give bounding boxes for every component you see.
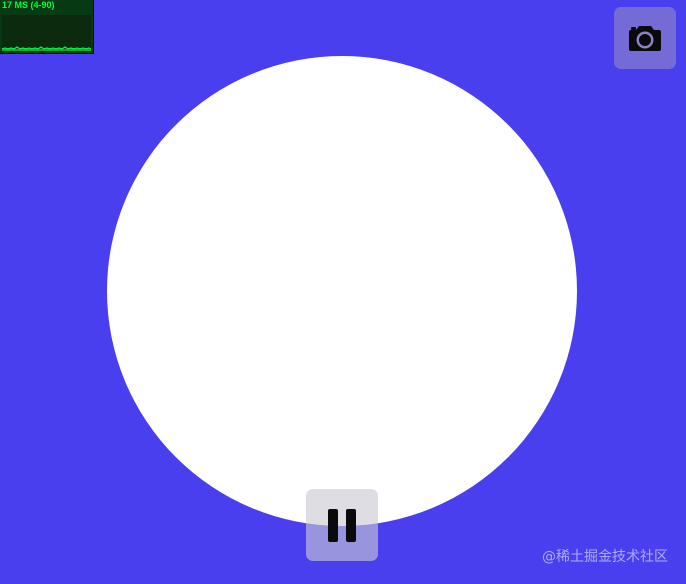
frame-time-graph <box>2 15 91 51</box>
screenshot-button[interactable] <box>614 7 676 69</box>
pause-button[interactable] <box>306 489 378 561</box>
watermark-text: @稀土掘金技术社区 <box>542 549 668 565</box>
pause-icon-right-bar <box>346 508 356 542</box>
white-circle-shape <box>107 56 577 526</box>
pause-icon-left-bar <box>328 508 338 542</box>
frame-time-graph-svg <box>2 15 91 51</box>
render-stage: 17 MS (4-90) @稀土掘金技术社区 <box>0 0 686 584</box>
frame-time-label: 17 MS (4-90) <box>2 0 55 10</box>
camera-icon <box>629 26 661 51</box>
performance-stats-panel[interactable]: 17 MS (4-90) <box>0 0 94 54</box>
pause-icon <box>328 508 356 542</box>
